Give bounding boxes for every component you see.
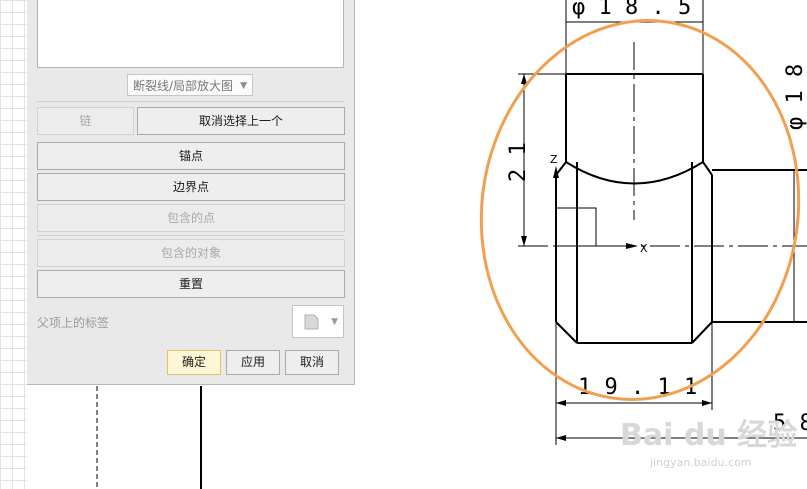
chevron-down-icon: ▼ <box>331 317 338 327</box>
dim-top-text: φ 1 8 . 5 <box>572 0 691 20</box>
anchor-point-button[interactable]: 锚点 <box>37 142 345 170</box>
highlight-ellipse <box>479 19 801 401</box>
cancel-button[interactable]: 取消 <box>285 350 339 375</box>
divider <box>37 235 344 236</box>
included-objects-button[interactable]: 包含的对象 <box>37 239 345 267</box>
ok-button[interactable]: 确定 <box>167 350 221 375</box>
dim-right-dia-text: φ 1 8 <box>783 64 807 130</box>
dim-height-text: 2 1 <box>506 142 531 182</box>
watermark-brand: Bai du 经验 <box>620 418 797 453</box>
page-icon <box>304 314 319 330</box>
watermark-url: jingyan.baidu.com <box>649 456 752 469</box>
view-type-select[interactable]: 断裂线/局部放大图 ▼ <box>127 74 253 96</box>
chain-button[interactable]: 链 <box>37 107 134 135</box>
divider <box>37 101 344 102</box>
view-type-value: 断裂线/局部放大图 <box>133 79 234 93</box>
included-points-button[interactable]: 包含的点 <box>37 204 345 232</box>
axis-z-label: Z <box>550 153 558 166</box>
reference-list-box[interactable] <box>37 0 344 68</box>
chevron-down-icon: ▼ <box>240 81 247 91</box>
deselect-previous-button[interactable]: 取消选择上一个 <box>137 107 345 135</box>
parent-label-text: 父项上的标签 <box>37 316 110 330</box>
axis-x-label: X <box>640 242 648 255</box>
apply-button[interactable]: 应用 <box>226 350 280 375</box>
parent-label-dropdown[interactable]: ▼ <box>292 305 344 338</box>
reset-button[interactable]: 重置 <box>37 270 345 298</box>
boundary-point-button[interactable]: 边界点 <box>37 173 345 201</box>
detail-view-dialog: 断裂线/局部放大图 ▼ 链 取消选择上一个 锚点 边界点 包含的点 包含的对象 … <box>27 0 355 385</box>
dim-bottom-text: 1 9 . 1 1 <box>578 375 697 400</box>
